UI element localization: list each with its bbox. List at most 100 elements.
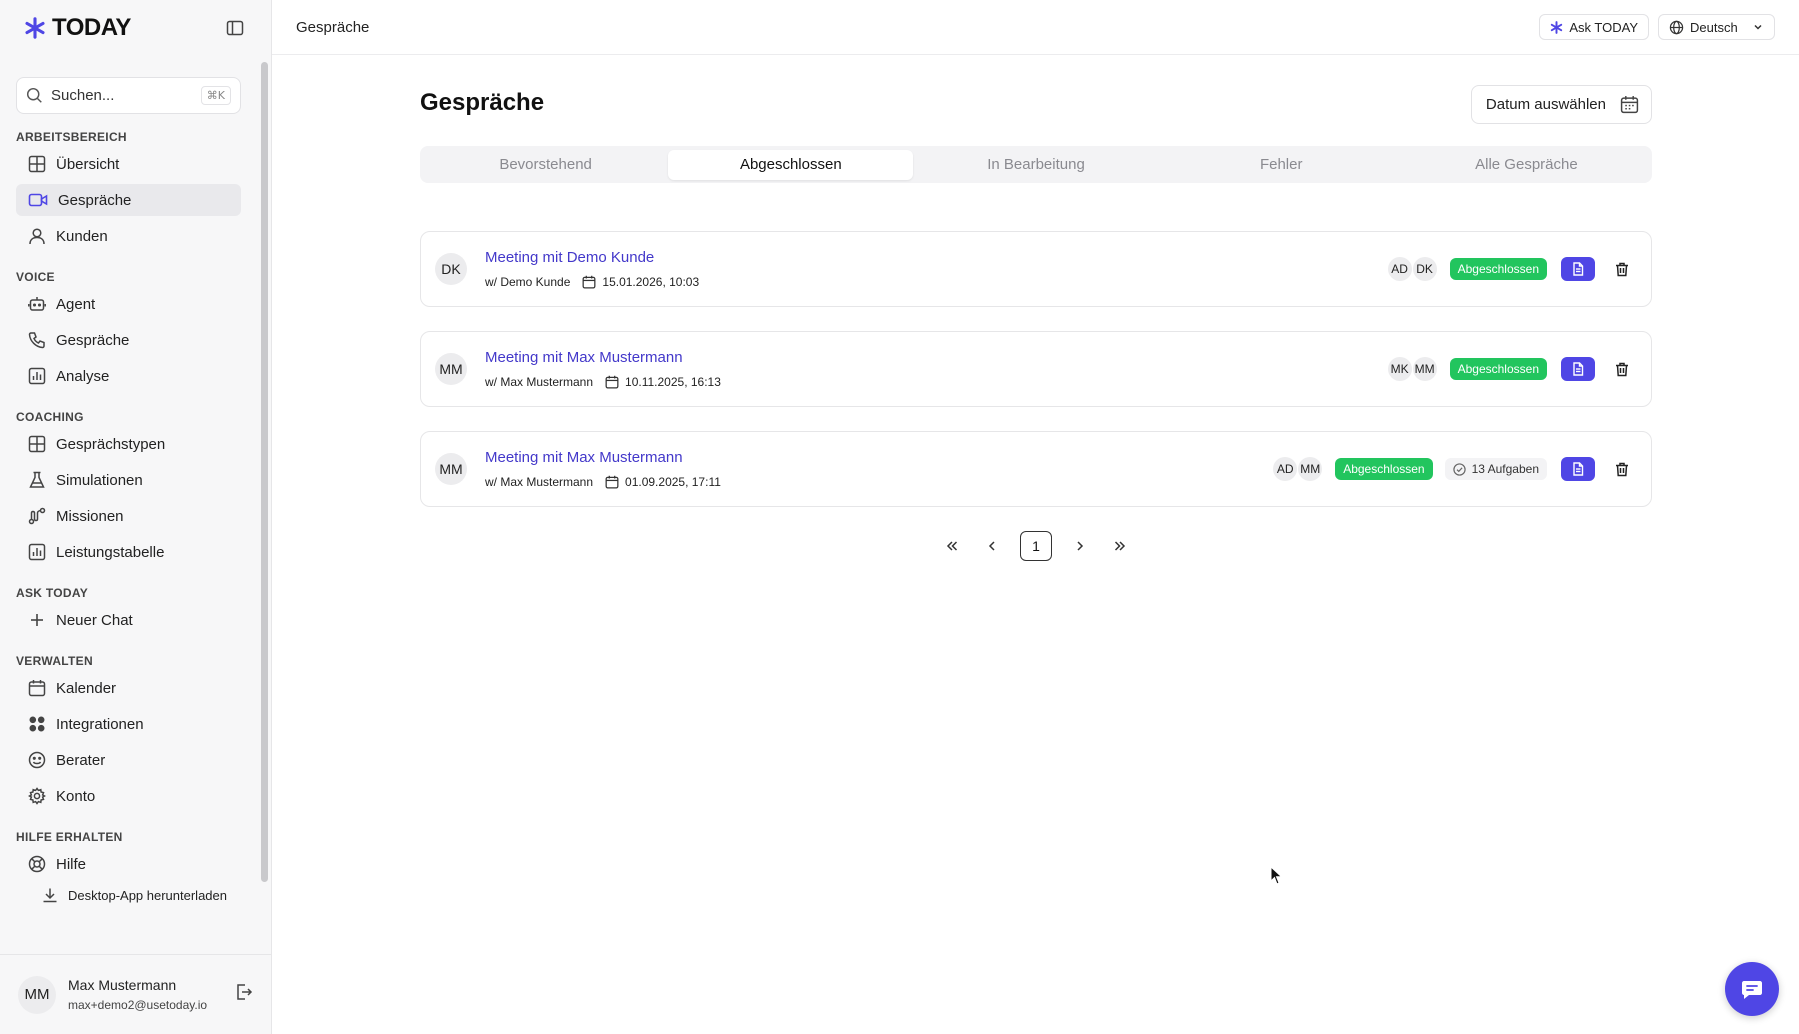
sidebar-panel-icon — [226, 20, 244, 35]
logout-icon — [237, 984, 253, 1000]
avatar[interactable]: MM — [18, 975, 56, 1014]
chat-bubble-icon — [1742, 981, 1762, 999]
prev-page-button[interactable] — [980, 534, 1004, 558]
section-title-arbeitsbereich: ARBEITSBEREICH — [16, 130, 127, 144]
sidebar-item-uebersicht[interactable]: Übersicht — [16, 148, 241, 180]
gear-icon — [28, 787, 46, 805]
participant-avatar: AD — [1273, 457, 1298, 481]
date-picker-button[interactable]: Datum auswählen — [1470, 85, 1652, 124]
tab-alle-gespraeche[interactable]: Alle Gespräche — [1404, 150, 1649, 180]
meeting-title-link[interactable]: Meeting mit Demo Kunde — [485, 249, 1388, 266]
support-chat-button[interactable] — [1725, 962, 1779, 1016]
apps-icon — [29, 716, 45, 732]
meeting-title-link[interactable]: Meeting mit Max Mustermann — [485, 449, 1273, 466]
sidebar-item-gespraeche[interactable]: Gespräche — [16, 184, 241, 216]
topbar-actions: Ask TODAY Deutsch — [1539, 14, 1775, 40]
next-page-button[interactable] — [1068, 534, 1092, 558]
section-title-ask-today: ASK TODAY — [16, 586, 89, 600]
delete-button[interactable] — [1607, 257, 1637, 281]
main-content: Gespräche Datum auswählen Bevorstehend A… — [420, 55, 1652, 561]
list-item[interactable]: MM Meeting mit Max Mustermann w/ Max Mus… — [420, 431, 1652, 507]
download-icon — [43, 888, 57, 903]
calendar-icon — [605, 475, 619, 489]
sidebar-item-label: Desktop-App herunterladen — [68, 887, 227, 903]
asterisk-icon — [1551, 20, 1563, 34]
bar-chart-icon — [28, 367, 46, 385]
sidebar-item-gespraechstypen[interactable]: Gesprächstypen — [16, 428, 241, 460]
meeting-with: w/ Demo Kunde — [485, 275, 571, 289]
list-item[interactable]: MM Meeting mit Max Mustermann w/ Max Mus… — [420, 331, 1652, 407]
page-header: Gespräche Datum auswählen — [420, 81, 1652, 124]
user-email: max+demo2@usetoday.io — [68, 998, 208, 1012]
last-page-button[interactable] — [1108, 534, 1132, 558]
sidebar-item-simulationen[interactable]: Simulationen — [16, 464, 241, 496]
language-select[interactable]: Deutsch — [1658, 14, 1775, 40]
tasks-badge[interactable]: 13 Aufgaben — [1444, 458, 1547, 480]
sidebar-item-leistungstabelle[interactable]: Leistungstabelle — [16, 536, 241, 568]
open-report-button[interactable] — [1561, 357, 1595, 381]
sidebar-item-label: Integrationen — [56, 715, 144, 733]
language-label: Deutsch — [1690, 19, 1738, 35]
sidebar-item-analyse[interactable]: Analyse — [16, 360, 241, 392]
route-icon — [28, 507, 46, 525]
bar-chart-icon — [28, 543, 46, 561]
meeting-with: w/ Max Mustermann — [485, 375, 594, 389]
page-button-current[interactable]: 1 — [1020, 531, 1052, 561]
tab-in-bearbeitung[interactable]: In Bearbeitung — [913, 150, 1158, 180]
sidebar-item-neuer-chat[interactable]: Neuer Chat — [16, 604, 241, 636]
meeting-datetime: 15.01.2026, 10:03 — [602, 275, 700, 289]
delete-button[interactable] — [1607, 357, 1637, 381]
open-report-button[interactable] — [1561, 257, 1595, 281]
section-title-hilfe: HILFE ERHALTEN — [16, 830, 123, 844]
chevron-left-icon — [988, 541, 995, 551]
sidebar-item-konto[interactable]: Konto — [16, 780, 241, 812]
open-report-button[interactable] — [1561, 457, 1595, 481]
delete-button[interactable] — [1607, 457, 1637, 481]
participant-avatar: MM — [1412, 357, 1437, 381]
search-shortcut: ⌘K — [200, 86, 231, 105]
search-input[interactable]: Suchen... ⌘K — [16, 77, 241, 114]
meeting-with: w/ Max Mustermann — [485, 475, 594, 489]
tab-fehler[interactable]: Fehler — [1159, 150, 1404, 180]
ask-today-button[interactable]: Ask TODAY — [1539, 14, 1649, 40]
plus-icon — [31, 614, 43, 626]
participants: MK MM — [1387, 357, 1438, 381]
sidebar-item-kalender[interactable]: Kalender — [16, 672, 241, 704]
grid-icon — [28, 155, 46, 173]
meeting-body: Meeting mit Max Mustermann w/ Max Muster… — [485, 349, 1388, 389]
sidebar-item-voice-gespraeche[interactable]: Gespräche — [16, 324, 241, 356]
sidebar-item-label: Kunden — [56, 227, 108, 245]
sidebar-item-desktop-app[interactable]: Desktop-App herunterladen — [30, 884, 255, 906]
section-title-voice: VOICE — [16, 270, 55, 284]
tab-bevorstehend[interactable]: Bevorstehend — [423, 150, 668, 180]
meeting-body: Meeting mit Max Mustermann w/ Max Muster… — [485, 449, 1273, 489]
participant-avatar: MM — [1298, 457, 1323, 481]
meeting-title-link[interactable]: Meeting mit Max Mustermann — [485, 349, 1388, 366]
sidebar-item-berater[interactable]: Berater — [16, 744, 241, 776]
sidebar-item-missionen[interactable]: Missionen — [16, 500, 241, 532]
sidebar-item-label: Hilfe — [56, 855, 87, 873]
sidebar-item-integrationen[interactable]: Integrationen — [16, 708, 241, 740]
document-icon — [1573, 362, 1584, 376]
user-profile: MM Max Mustermann max+demo2@usetoday.io — [0, 954, 271, 1034]
logout-button[interactable] — [235, 983, 253, 1006]
search-placeholder: Suchen... — [51, 87, 115, 104]
brand-logo[interactable]: TODAY — [24, 14, 131, 42]
sidebar-item-label: Missionen — [56, 507, 124, 525]
sidebar-item-hilfe[interactable]: Hilfe — [16, 848, 241, 880]
list-item[interactable]: DK Meeting mit Demo Kunde w/ Demo Kunde … — [420, 231, 1652, 307]
phone-icon — [28, 332, 45, 349]
sidebar-toggle-button[interactable] — [223, 16, 247, 40]
tab-abgeschlossen[interactable]: Abgeschlossen — [668, 149, 914, 180]
meeting-actions: AD DK Abgeschlossen — [1387, 257, 1637, 281]
participant-avatar: AD — [1387, 257, 1412, 281]
sidebar-item-label: Gespräche — [56, 331, 130, 349]
sidebar-item-label: Leistungstabelle — [56, 543, 165, 561]
participants: AD MM — [1273, 457, 1323, 481]
sidebar-item-label: Simulationen — [56, 471, 143, 489]
status-tabs: Bevorstehend Abgeschlossen In Bearbeitun… — [420, 146, 1652, 183]
calendar-icon — [1620, 96, 1639, 114]
sidebar-item-agent[interactable]: Agent — [16, 288, 241, 320]
first-page-button[interactable] — [940, 534, 964, 558]
sidebar-item-kunden[interactable]: Kunden — [16, 220, 241, 252]
